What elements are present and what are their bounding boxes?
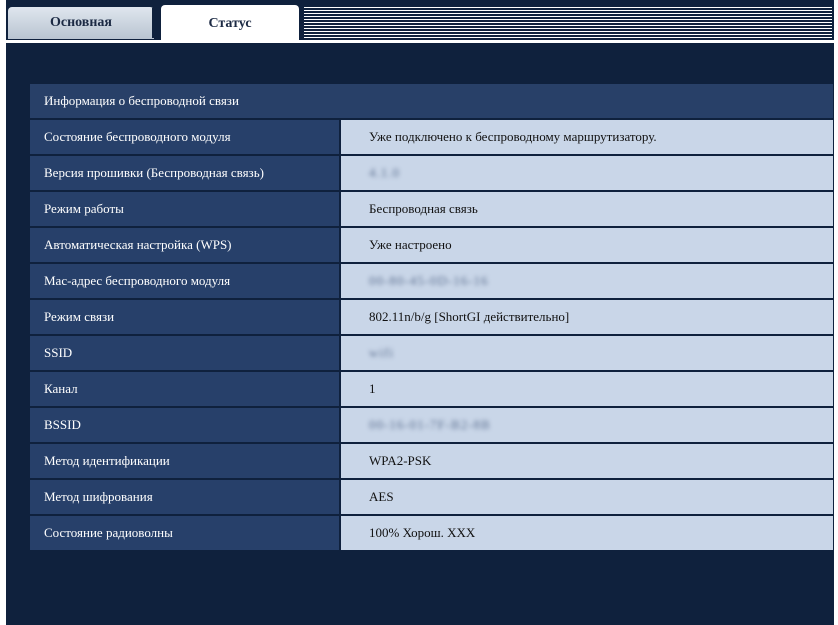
table-header-row: Информация о беспроводной связи xyxy=(30,84,833,119)
info-rows: Состояние беспроводного модуля Уже подклю… xyxy=(30,119,833,551)
table-row: Режим работы Беспроводная связь xyxy=(30,191,833,227)
row-label: Состояние радиоволны xyxy=(30,515,341,551)
status-page: Основная Статус Информация о беспроводно… xyxy=(6,0,834,625)
value-text: Уже настроено xyxy=(369,237,452,252)
table-row: Метод шифрования AES xyxy=(30,479,833,515)
row-label: Метод идентификации xyxy=(30,443,341,479)
wireless-info-table: Информация о беспроводной связи Состояни… xyxy=(30,84,833,552)
value-text: Беспроводная связь xyxy=(369,201,478,216)
row-value: 00-16-01-7F-B2-8B xyxy=(340,407,833,443)
table-row: Состояние радиоволны 100% Хорош. XXX xyxy=(30,515,833,551)
table-row: Мас-адрес беспроводного модуля 00-80-45-0… xyxy=(30,263,833,299)
tab-basic[interactable]: Основная xyxy=(8,7,154,39)
row-value: WPA2-PSK xyxy=(340,443,833,479)
tab-bar-stripes xyxy=(304,7,832,39)
redacted-value: 4.1.0 xyxy=(369,165,400,180)
redacted-value: 00-16-01-7F-B2-8B xyxy=(369,417,491,432)
value-text: 100% Хорош. XXX xyxy=(369,525,476,540)
table-row: Состояние беспроводного модуля Уже подклю… xyxy=(30,119,833,155)
redacted-value: wifi xyxy=(369,345,394,360)
redacted-value: 00-80-45-0D-16-16 xyxy=(369,273,489,288)
value-text: 802.11n/b/g [ShortGI действительно] xyxy=(369,309,570,324)
row-value: 100% Хорош. XXX xyxy=(340,515,833,551)
row-value: 1 xyxy=(340,371,833,407)
row-value: 00-80-45-0D-16-16 xyxy=(340,263,833,299)
row-label: Мас-адрес беспроводного модуля xyxy=(30,263,341,299)
tab-bar: Основная Статус xyxy=(6,0,834,43)
table-row: BSSID 00-16-01-7F-B2-8B xyxy=(30,407,833,443)
row-label: BSSID xyxy=(30,407,341,443)
value-text: Уже подключено к беспроводному маршрутиз… xyxy=(369,129,657,144)
table-row: Канал 1 xyxy=(30,371,833,407)
row-label: SSID xyxy=(30,335,341,371)
row-value: Уже подключено к беспроводному маршрутиз… xyxy=(340,119,833,155)
row-value: 802.11n/b/g [ShortGI действительно] xyxy=(340,299,833,335)
row-value: AES xyxy=(340,479,833,515)
row-value: wifi xyxy=(340,335,833,371)
row-value: Уже настроено xyxy=(340,227,833,263)
row-label: Автоматическая настройка (WPS) xyxy=(30,227,341,263)
row-label: Метод шифрования xyxy=(30,479,341,515)
table-row: Метод идентификации WPA2-PSK xyxy=(30,443,833,479)
row-value: Беспроводная связь xyxy=(340,191,833,227)
tab-bar-underline xyxy=(6,40,834,43)
row-label: Версия прошивки (Беспроводная связь) xyxy=(30,155,341,191)
table-row: Режим связи 802.11n/b/g [ShortGI действит… xyxy=(30,299,833,335)
value-text: AES xyxy=(369,489,394,504)
row-label: Канал xyxy=(30,371,341,407)
value-text: 1 xyxy=(369,381,376,396)
value-text: WPA2-PSK xyxy=(369,453,432,468)
row-label: Режим связи xyxy=(30,299,341,335)
table-row: Автоматическая настройка (WPS) Уже настро… xyxy=(30,227,833,263)
row-label: Режим работы xyxy=(30,191,341,227)
row-value: 4.1.0 xyxy=(340,155,833,191)
section-title: Информация о беспроводной связи xyxy=(30,84,833,119)
table-row: Версия прошивки (Беспроводная связь) 4.1.… xyxy=(30,155,833,191)
table-row: SSID wifi xyxy=(30,335,833,371)
row-label: Состояние беспроводного модуля xyxy=(30,119,341,155)
tab-status[interactable]: Статус xyxy=(161,5,299,42)
